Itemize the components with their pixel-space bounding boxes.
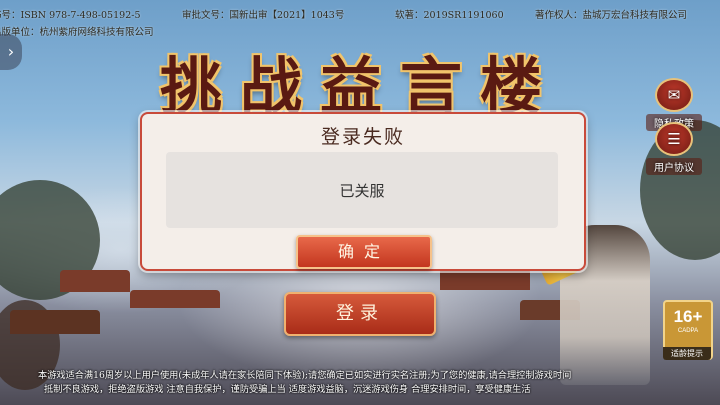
software-reg-text: 软著：2019SR1191060 (395, 10, 504, 21)
health-notice: 本游戏适合满16周岁以上用户使用(未成年人请在家长陪同下体验);请您确定已如实进… (0, 366, 720, 402)
publisher-text: 出版单位：杭州紫府网络科技有限公司 (0, 27, 154, 38)
login-failed-dialog: 登录失败 已关服 确定 (140, 112, 586, 271)
dialog-title: 登录失败 (320, 126, 405, 148)
copyright-text: 著作权人：盐城万宏台科技有限公司 (535, 10, 688, 21)
login-button[interactable]: 登录 (284, 292, 436, 336)
user-agreement-label: 用户协议 (646, 158, 702, 175)
chevron-right-icon: › (7, 42, 15, 61)
isbn-text: 书号：ISBN 978-7-498-05192-5 (0, 10, 141, 21)
dialog-message-box: 已关服 (166, 152, 558, 228)
confirm-button[interactable]: 确定 (296, 235, 432, 269)
age-rating-badge[interactable]: 16+ CADPA 适龄提示 (663, 300, 713, 360)
age-rating-value: 16+ (673, 307, 703, 326)
dialog-message: 已关服 (339, 182, 385, 200)
document-icon: ☰ (655, 122, 693, 156)
health-notice-line-2: 抵制不良游戏，拒绝盗版游戏 注意自我保护，谨防受骗上当 适度游戏益脑，沉迷游戏伤… (44, 384, 531, 395)
age-rating-org: CADPA (677, 328, 699, 334)
health-notice-line-1: 本游戏适合满16周岁以上用户使用(未成年人请在家长陪同下体验);请您确定已如实进… (38, 370, 572, 381)
publication-info-bar: 书号：ISBN 978-7-498-05192-5 审批文号：国新出审【2021… (0, 4, 720, 44)
age-rating-tip: 适龄提示 (663, 347, 711, 360)
envelope-icon: ✉ (655, 78, 693, 112)
user-agreement-button[interactable]: ☰ 用户协议 (646, 122, 702, 175)
approval-text: 审批文号：国新出审【2021】1043号 (182, 10, 345, 21)
side-menu-toggle[interactable]: › (0, 34, 22, 70)
